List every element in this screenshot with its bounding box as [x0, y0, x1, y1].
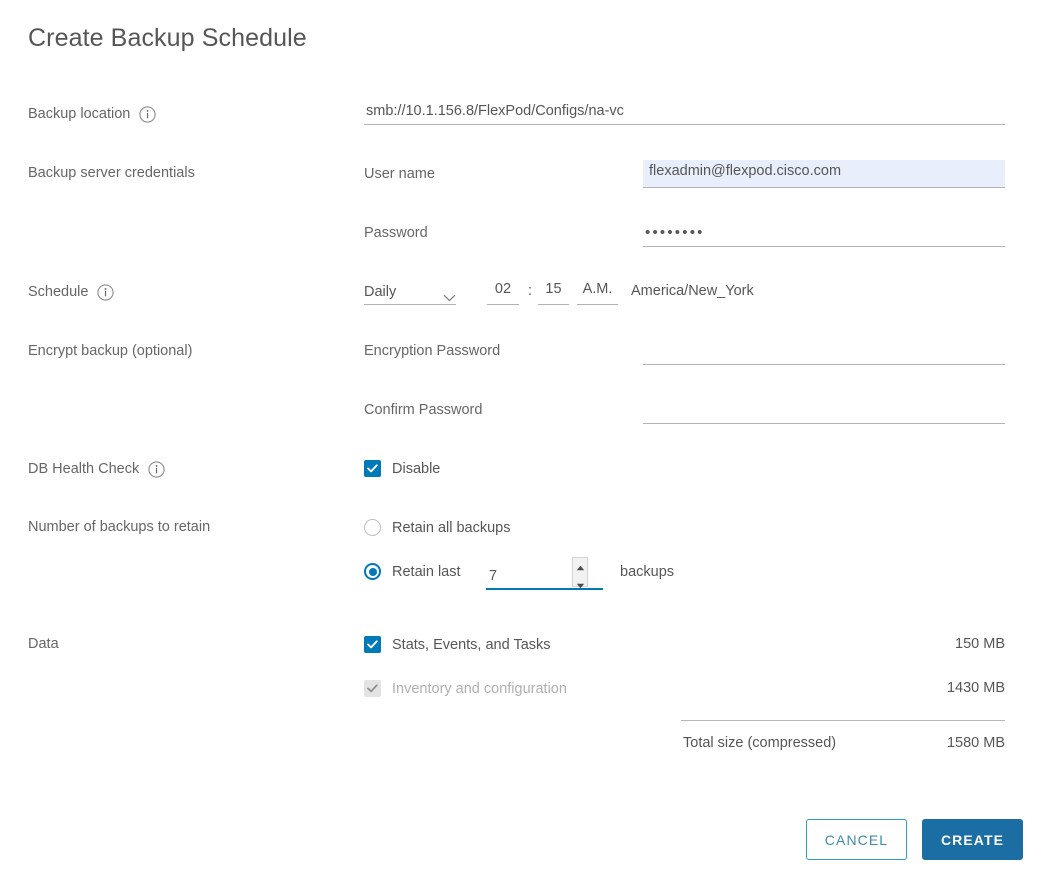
info-icon[interactable] — [139, 106, 157, 123]
create-backup-schedule-dialog: Create Backup Schedule Backup location B… — [0, 0, 1051, 891]
radio-selected-icon — [364, 563, 381, 580]
db-health-check-label-text: DB Health Check — [28, 460, 140, 477]
data-item-size: 150 MB — [955, 636, 1005, 652]
backup-location-input[interactable] — [364, 103, 1005, 125]
data-item-size: 1430 MB — [946, 680, 1005, 696]
backup-location-label-text: Backup location — [28, 105, 131, 122]
retain-count-stepper[interactable] — [486, 557, 603, 590]
radio-unselected-icon — [364, 519, 381, 536]
schedule-label-text: Schedule — [28, 283, 89, 300]
checkbox-checked-icon — [364, 460, 381, 477]
data-item-stats-checkbox[interactable]: Stats, Events, and Tasks — [364, 636, 551, 653]
password-input[interactable] — [643, 224, 1005, 247]
retain-all-backups-label: Retain all backups — [392, 519, 511, 536]
username-label: User name — [364, 166, 435, 182]
schedule-frequency-value: Daily — [364, 284, 397, 300]
create-button[interactable]: CREATE — [922, 819, 1023, 860]
data-section-label-text: Data — [28, 636, 59, 652]
stepper-buttons[interactable] — [572, 557, 588, 589]
data-item-label: Stats, Events, and Tasks — [392, 636, 551, 653]
caret-up-icon[interactable] — [576, 558, 585, 576]
backup-server-credentials-label: Backup server credentials — [28, 165, 195, 181]
checkbox-checked-disabled-icon — [364, 680, 381, 697]
encryption-password-label: Encryption Password — [364, 343, 501, 359]
data-item-label: Inventory and configuration — [392, 680, 567, 697]
db-health-check-label: DB Health Check — [28, 460, 165, 478]
schedule-hour-input[interactable]: 02 — [487, 281, 519, 305]
schedule-minute-input[interactable]: 15 — [538, 281, 569, 305]
chevron-down-icon — [443, 289, 456, 302]
password-label: Password — [364, 225, 428, 241]
confirm-password-input[interactable] — [643, 402, 1005, 424]
retain-count-input[interactable] — [486, 568, 572, 588]
data-section-label: Data — [28, 636, 59, 652]
radio-retain-all-backups[interactable]: Retain all backups — [364, 519, 511, 536]
data-item-inventory-checkbox: Inventory and configuration — [364, 680, 567, 697]
schedule-meridiem-select[interactable]: A.M. — [577, 281, 618, 305]
db-health-check-disable-label: Disable — [392, 460, 441, 477]
page-title: Create Backup Schedule — [28, 24, 307, 52]
username-input[interactable] — [643, 160, 1005, 188]
total-size-label: Total size (compressed) — [683, 735, 837, 751]
backup-location-label: Backup location — [28, 105, 157, 123]
backup-server-credentials-label-text: Backup server credentials — [28, 165, 195, 181]
radio-retain-last[interactable]: Retain last — [364, 563, 461, 580]
retain-last-label: Retain last — [392, 563, 461, 580]
info-icon[interactable] — [148, 461, 165, 478]
retention-label-text: Number of backups to retain — [28, 519, 211, 535]
backups-suffix-label: backups — [620, 564, 675, 580]
time-separator: : — [528, 283, 533, 299]
encryption-password-input[interactable] — [643, 343, 1005, 365]
cancel-button[interactable]: CANCEL — [806, 819, 907, 860]
info-icon[interactable] — [97, 284, 115, 301]
total-divider — [681, 720, 1005, 721]
db-health-check-disable-checkbox[interactable]: Disable — [364, 460, 440, 477]
encrypt-backup-label-text: Encrypt backup (optional) — [28, 343, 193, 359]
schedule-timezone: America/New_York — [631, 283, 754, 299]
checkbox-checked-icon — [364, 636, 381, 653]
schedule-frequency-select[interactable]: Daily — [364, 281, 456, 305]
encrypt-backup-label: Encrypt backup (optional) — [28, 343, 192, 359]
schedule-label: Schedule — [28, 283, 115, 301]
confirm-password-label: Confirm Password — [364, 402, 483, 418]
total-size-value: 1580 MB — [946, 735, 1005, 751]
retention-label: Number of backups to retain — [28, 519, 210, 535]
caret-down-icon[interactable] — [576, 576, 585, 594]
